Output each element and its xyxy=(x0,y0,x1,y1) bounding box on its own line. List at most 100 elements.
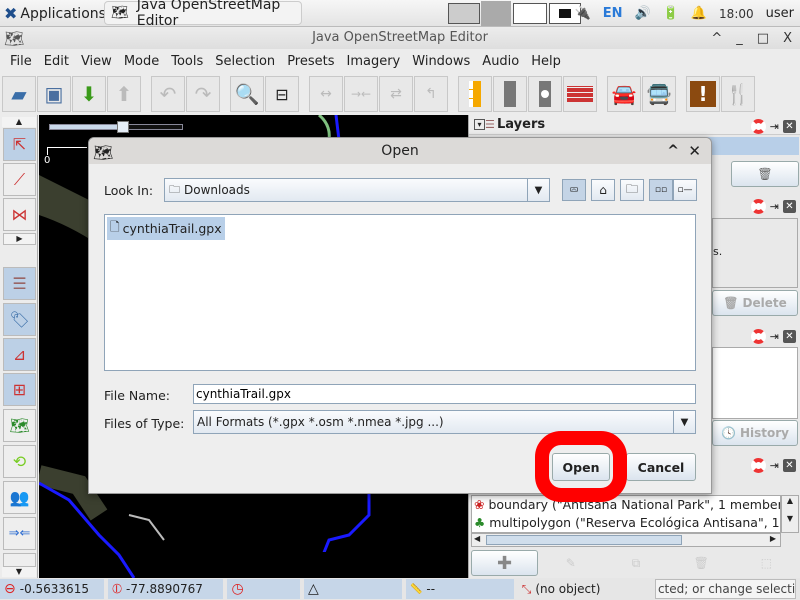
relation-list-vscroll[interactable]: ▲ ▼ xyxy=(781,495,799,533)
files-of-type-dropdown-arrow[interactable]: ▼ xyxy=(673,411,695,433)
dialog-shade-button[interactable]: ^ xyxy=(667,138,679,164)
duplicate-relation-button[interactable]: ⧉ xyxy=(603,550,668,576)
history-button[interactable]: 🕓 History xyxy=(712,420,798,446)
network-icon[interactable]: 🔌 xyxy=(575,6,591,21)
preset-roundabout[interactable] xyxy=(528,76,562,112)
workspace-3[interactable] xyxy=(513,3,547,24)
edit-relation-button[interactable]: ✎ xyxy=(538,550,603,576)
menu-edit[interactable]: Edit xyxy=(38,54,75,69)
user-menu[interactable]: user xyxy=(766,6,794,21)
cancel-button[interactable]: Cancel xyxy=(626,453,696,481)
up-one-level-button[interactable]: ⮹ xyxy=(562,179,586,201)
menu-presets[interactable]: Presets xyxy=(281,54,340,69)
list-view-button[interactable]: ▫▫ xyxy=(649,179,673,201)
notification-bell-icon[interactable]: 🔔 xyxy=(691,6,707,21)
scroll-down-button[interactable]: ▼ xyxy=(2,567,36,577)
home-button[interactable]: ⌂ xyxy=(591,179,615,201)
download-button[interactable]: ⬇ xyxy=(72,76,106,112)
relation-item-boundary[interactable]: ❀ boundary ("Antisana National Park", 1 … xyxy=(472,496,780,514)
help-icon[interactable] xyxy=(750,457,766,473)
look-in-combo[interactable]: 🗀 Downloads ▼ xyxy=(164,178,550,202)
preset-car[interactable]: 🚘 xyxy=(607,76,641,112)
authors-button[interactable]: 👥 xyxy=(3,481,36,514)
window-close-button[interactable]: X xyxy=(783,31,792,46)
window-maximize-button[interactable]: □ xyxy=(757,31,769,46)
details-view-button[interactable]: ▫— xyxy=(673,179,697,201)
keyboard-layout[interactable]: EN xyxy=(603,6,623,21)
delete-tag-button[interactable]: 🗑 Delete xyxy=(712,290,798,316)
selection-list-button[interactable]: ⊿ xyxy=(3,338,36,371)
reverse-way-button[interactable]: ⇄ xyxy=(379,76,413,112)
open-button[interactable]: ▰ xyxy=(2,76,36,112)
close-panel-icon[interactable]: ✕ xyxy=(783,119,796,133)
improve-way-button[interactable]: ⋈ xyxy=(3,198,36,231)
workspace-1[interactable] xyxy=(448,3,480,24)
new-folder-button[interactable]: 🗀 xyxy=(620,179,644,201)
command-stack-button[interactable]: ⇒⇐ xyxy=(3,517,36,550)
preset-road-yellow[interactable] xyxy=(458,76,492,112)
detach-icon[interactable]: ⇥ xyxy=(770,459,779,472)
select-mode-button[interactable]: ⇱ xyxy=(3,128,36,161)
upload-button[interactable]: ⬆ xyxy=(107,76,141,112)
relation-list-hscroll[interactable]: ◀ ▶ xyxy=(471,533,781,547)
menu-tools[interactable]: Tools xyxy=(165,54,209,69)
menu-windows[interactable]: Windows xyxy=(406,54,476,69)
menu-view[interactable]: View xyxy=(75,54,118,69)
window-minimize-button[interactable]: _ xyxy=(736,31,743,46)
detach-icon[interactable]: ⇥ xyxy=(770,330,779,343)
undo-button[interactable]: ↶ xyxy=(151,76,185,112)
menu-selection[interactable]: Selection xyxy=(209,54,281,69)
collapse-icon[interactable]: ▾ xyxy=(474,119,485,130)
new-relation-button[interactable]: ✚ xyxy=(471,550,539,576)
menu-file[interactable]: File xyxy=(4,54,38,69)
preferences-button[interactable]: ⊟ xyxy=(265,76,299,112)
volume-icon[interactable]: 🔊 xyxy=(634,6,650,21)
draw-mode-button[interactable]: ⟋ xyxy=(3,163,36,196)
preset-restaurant[interactable]: 🍴 xyxy=(721,76,755,112)
help-icon[interactable] xyxy=(750,198,766,214)
look-in-dropdown-arrow[interactable]: ▼ xyxy=(527,179,549,201)
taskbar-josm-button[interactable]: 🗺 Java OpenStreetMap Editor xyxy=(104,0,302,29)
preset-road-grey[interactable] xyxy=(493,76,527,112)
battery-icon[interactable]: 🔋 xyxy=(663,6,679,21)
detach-icon[interactable]: ⇥ xyxy=(770,200,779,213)
files-of-type-combo[interactable]: All Formats (*.gpx *.osm *.nmea *.jpg ..… xyxy=(193,410,696,434)
menu-help[interactable]: Help xyxy=(525,54,567,69)
file-item[interactable]: 🗋 cynthiaTrail.gpx xyxy=(107,217,225,240)
menu-mode[interactable]: Mode xyxy=(118,54,165,69)
window-shade-button[interactable]: ^ xyxy=(711,31,722,46)
relations-toggle-button[interactable]: ⊞ xyxy=(3,373,36,406)
save-button[interactable]: ▣ xyxy=(37,76,71,112)
file-name-input[interactable] xyxy=(193,384,696,404)
scroll-up-button[interactable]: ▲ xyxy=(2,117,36,127)
redo-button[interactable]: ↷ xyxy=(186,76,220,112)
help-icon[interactable] xyxy=(750,328,766,344)
unglue-button[interactable]: ↰ xyxy=(414,76,448,112)
close-panel-icon[interactable]: ✕ xyxy=(783,458,796,472)
close-panel-icon[interactable]: ✕ xyxy=(783,199,796,213)
combine-way-button[interactable]: →← xyxy=(344,76,378,112)
relation-item-multipolygon[interactable]: ♣ multipolygon ("Reserva Ecológica Antis… xyxy=(472,514,780,532)
zoom-button[interactable]: 🔍 xyxy=(230,76,264,112)
conflict-button[interactable]: ⟲ xyxy=(3,445,36,478)
hscroll-thumb[interactable] xyxy=(486,535,682,545)
detach-icon[interactable]: ⇥ xyxy=(770,120,779,133)
menu-audio[interactable]: Audio xyxy=(476,54,525,69)
delete-layer-button[interactable]: 🗑 xyxy=(731,161,799,187)
map-paint-button[interactable]: 🗺 xyxy=(3,409,36,442)
dialog-close-button[interactable]: ✕ xyxy=(688,138,701,164)
menu-imagery[interactable]: Imagery xyxy=(341,54,407,69)
partial-mode-button[interactable] xyxy=(3,553,36,567)
select-members-button[interactable]: ⬚ xyxy=(734,550,799,576)
more-modes-button[interactable]: ▶ xyxy=(3,233,36,245)
file-list[interactable]: 🗋 cynthiaTrail.gpx xyxy=(104,214,696,371)
close-panel-icon[interactable]: ✕ xyxy=(783,329,796,343)
workspace-2[interactable] xyxy=(481,1,511,26)
tags-toggle-button[interactable]: 🏷 xyxy=(3,303,36,336)
preset-wall[interactable] xyxy=(563,76,597,112)
clock[interactable]: 18:00 xyxy=(719,7,754,21)
split-way-button[interactable]: ↔ xyxy=(309,76,343,112)
layers-toggle-button[interactable]: ☰ xyxy=(3,267,36,300)
delete-relation-button[interactable]: 🗑 xyxy=(669,550,734,576)
preset-attention[interactable]: ! xyxy=(686,76,720,112)
